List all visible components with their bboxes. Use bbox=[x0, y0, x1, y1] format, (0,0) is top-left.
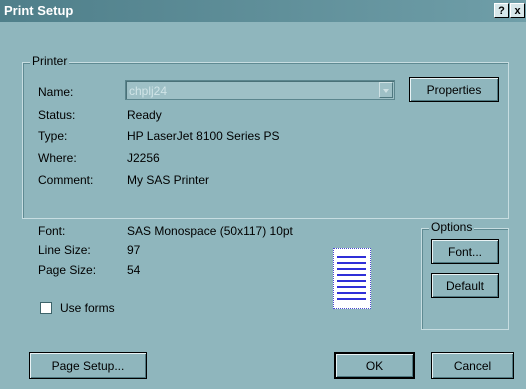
printer-name-dropdown[interactable]: chplj24 bbox=[125, 80, 395, 100]
preview-line bbox=[337, 256, 366, 258]
page-size-label: Page Size: bbox=[38, 263, 97, 277]
font-value: SAS Monospace (50x117) 10pt bbox=[127, 224, 293, 238]
preview-line bbox=[337, 280, 366, 282]
comment-label: Comment: bbox=[38, 173, 94, 187]
font-label: Font: bbox=[38, 224, 66, 238]
help-button[interactable]: ? bbox=[494, 3, 509, 18]
type-value: HP LaserJet 8100 Series PS bbox=[127, 129, 280, 143]
page-size-value: 54 bbox=[127, 263, 141, 277]
close-icon: x bbox=[514, 5, 521, 17]
line-size-value: 97 bbox=[127, 243, 141, 257]
type-label: Type: bbox=[38, 129, 68, 143]
where-label: Where: bbox=[38, 151, 77, 165]
printer-name-value: chplj24 bbox=[129, 84, 168, 98]
help-icon: ? bbox=[498, 5, 505, 17]
dialog-body: Printer Name: chplj24 Properties Status:… bbox=[0, 22, 526, 389]
use-forms-label[interactable]: Use forms bbox=[60, 301, 115, 315]
preview-line bbox=[337, 286, 366, 288]
cancel-button-label: Cancel bbox=[453, 358, 492, 373]
default-button[interactable]: Default bbox=[431, 273, 499, 298]
line-size-label: Line Size: bbox=[38, 243, 91, 257]
status-value: Ready bbox=[127, 108, 162, 122]
ok-button-label: OK bbox=[365, 358, 384, 373]
default-button-label: Default bbox=[445, 278, 485, 293]
printer-group-label: Printer bbox=[30, 54, 70, 68]
page-setup-button[interactable]: Page Setup... bbox=[29, 352, 147, 379]
use-forms-checkbox[interactable] bbox=[40, 302, 52, 314]
close-button[interactable]: x bbox=[510, 3, 525, 18]
preview-line bbox=[337, 268, 366, 270]
preview-line bbox=[337, 292, 366, 294]
properties-button[interactable]: Properties bbox=[409, 77, 499, 102]
preview-line bbox=[337, 262, 366, 264]
page-preview-icon bbox=[333, 248, 371, 309]
font-button[interactable]: Font... bbox=[431, 239, 499, 264]
title-bar: Print Setup ? x bbox=[0, 0, 526, 22]
ok-button[interactable]: OK bbox=[334, 352, 415, 379]
comment-value: My SAS Printer bbox=[127, 173, 210, 187]
page-setup-button-label: Page Setup... bbox=[51, 358, 125, 373]
font-button-label: Font... bbox=[447, 244, 482, 259]
preview-line bbox=[337, 274, 366, 276]
name-label: Name: bbox=[38, 85, 74, 99]
status-label: Status: bbox=[38, 108, 76, 122]
window-title: Print Setup bbox=[4, 3, 74, 18]
cancel-button[interactable]: Cancel bbox=[431, 352, 514, 379]
properties-button-label: Properties bbox=[426, 82, 482, 97]
options-group-label: Options bbox=[429, 220, 475, 234]
chevron-down-icon[interactable] bbox=[379, 82, 393, 98]
where-value: J2256 bbox=[127, 151, 160, 165]
preview-line bbox=[337, 298, 366, 300]
